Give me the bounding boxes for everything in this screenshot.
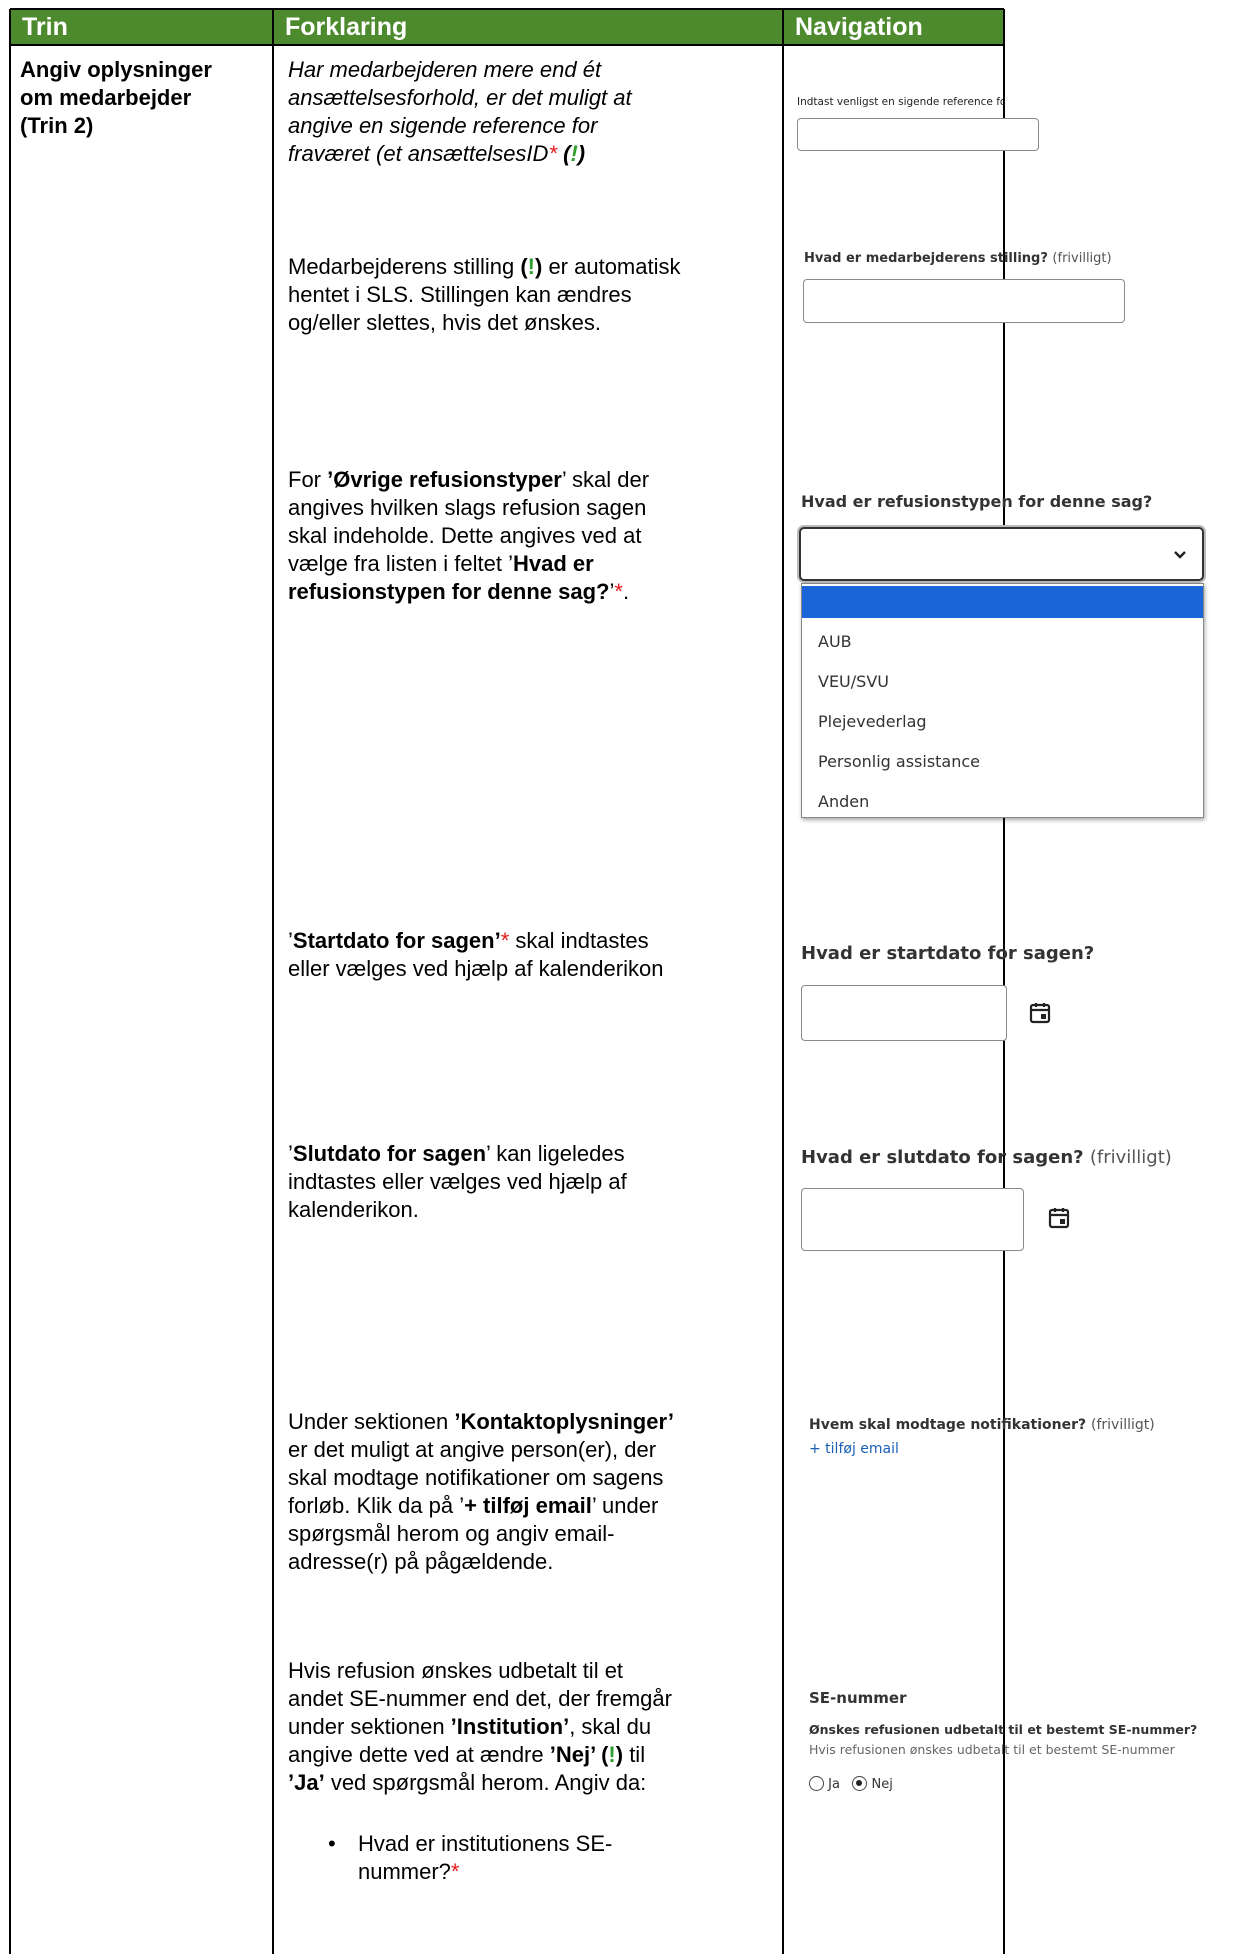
radio-nej-label: Nej — [871, 1777, 893, 1792]
radio-ja[interactable] — [809, 1776, 824, 1791]
step-title: Angiv oplysninger om medarbejder (Trin 2… — [20, 57, 212, 138]
se-nummer-radio-group: Ja Nej — [809, 1776, 893, 1792]
required-marker: * — [450, 1859, 460, 1884]
notifikation-label: Hvem skal modtage notifikationer? (frivi… — [809, 1417, 1155, 1433]
refusionstype-dropdown: AUB VEU/SVU Plejevederlag Personlig assi… — [801, 583, 1204, 818]
refusionstype-option-plejevederlag[interactable]: Plejevederlag — [802, 706, 1203, 738]
radio-ja-label: Ja — [828, 1777, 840, 1792]
header-navigation: Navigation — [783, 9, 1004, 45]
se-nummer-hint: Hvis refusionen ønskes udbetalt til et b… — [809, 1742, 1175, 1757]
stilling-input[interactable] — [803, 279, 1125, 323]
required-marker: * — [548, 141, 557, 166]
explanation-kontakt: Under sektionen ’Kontaktoplysninger’ er … — [288, 1409, 674, 1574]
table-top-border — [10, 8, 1004, 10]
se-nummer-title: SE-nummer — [809, 1689, 907, 1707]
calendar-icon[interactable] — [1047, 1206, 1071, 1230]
refusionstype-option-veu-svu[interactable]: VEU/SVU — [802, 666, 1203, 698]
calendar-icon[interactable] — [1028, 1001, 1052, 1025]
explanation-startdato: ’Startdato for sagen’* skal indtastes el… — [288, 928, 664, 981]
bullet-se-nummer: Hvad er institutionens SE- nummer?* — [358, 1831, 613, 1884]
refusionstype-label: Hvad er refusionstypen for denne sag? — [801, 492, 1153, 511]
radio-nej[interactable] — [852, 1776, 868, 1791]
reference-label: Indtast venligst en sigende reference fo… — [797, 96, 1003, 108]
stilling-label: Hvad er medarbejderens stilling? (frivil… — [804, 251, 1112, 266]
required-marker: * — [500, 928, 510, 953]
explanation-refusionstype: For ’Øvrige refusionstyper’ skal der ang… — [288, 467, 650, 604]
se-nummer-question: Ønskes refusionen udbetalt til et bestem… — [809, 1722, 1198, 1737]
refusionstype-option-empty[interactable] — [802, 586, 1203, 618]
reference-input[interactable] — [797, 118, 1039, 151]
refusionstype-select[interactable] — [799, 527, 1204, 581]
startdato-input[interactable] — [801, 985, 1007, 1041]
info-marker: ! — [527, 254, 535, 279]
table-left-border — [9, 9, 11, 1954]
explanation-reference: Har medarbejderen mere end ét ansættelse… — [288, 57, 632, 166]
explanation-slutdato: ’Slutdato for sagen’ kan ligeledes indta… — [288, 1141, 627, 1222]
chevron-down-icon — [1174, 551, 1186, 559]
header-forklaring: Forklaring — [273, 9, 783, 45]
document-page: Trin Forklaring Navigation Angiv oplysni… — [0, 0, 1250, 1954]
slutdato-input[interactable] — [801, 1188, 1024, 1251]
column-divider-1 — [272, 9, 274, 1954]
refusionstype-option-personlig-assistance[interactable]: Personlig assistance — [802, 746, 1203, 778]
slutdato-label: Hvad er slutdato for sagen? (frivilligt) — [801, 1147, 1172, 1168]
refusionstype-option-aub[interactable]: AUB — [802, 626, 1203, 658]
info-marker: ! — [570, 141, 578, 166]
header-bottom-border — [10, 44, 1004, 46]
startdato-label: Hvad er startdato for sagen? — [801, 943, 1095, 964]
required-marker: * — [614, 579, 623, 604]
column-divider-2 — [782, 9, 784, 1954]
refusionstype-option-anden[interactable]: Anden — [802, 786, 1203, 818]
explanation-stilling: Medarbejderens stilling (!) er automatis… — [288, 254, 681, 335]
bullet-marker: • — [328, 1831, 336, 1856]
info-marker: ! — [608, 1742, 616, 1767]
header-trin: Trin — [10, 9, 273, 45]
add-email-link[interactable]: + tilføj email — [809, 1441, 899, 1457]
explanation-se-nummer: Hvis refusion ønskes udbetalt til et and… — [288, 1658, 672, 1795]
